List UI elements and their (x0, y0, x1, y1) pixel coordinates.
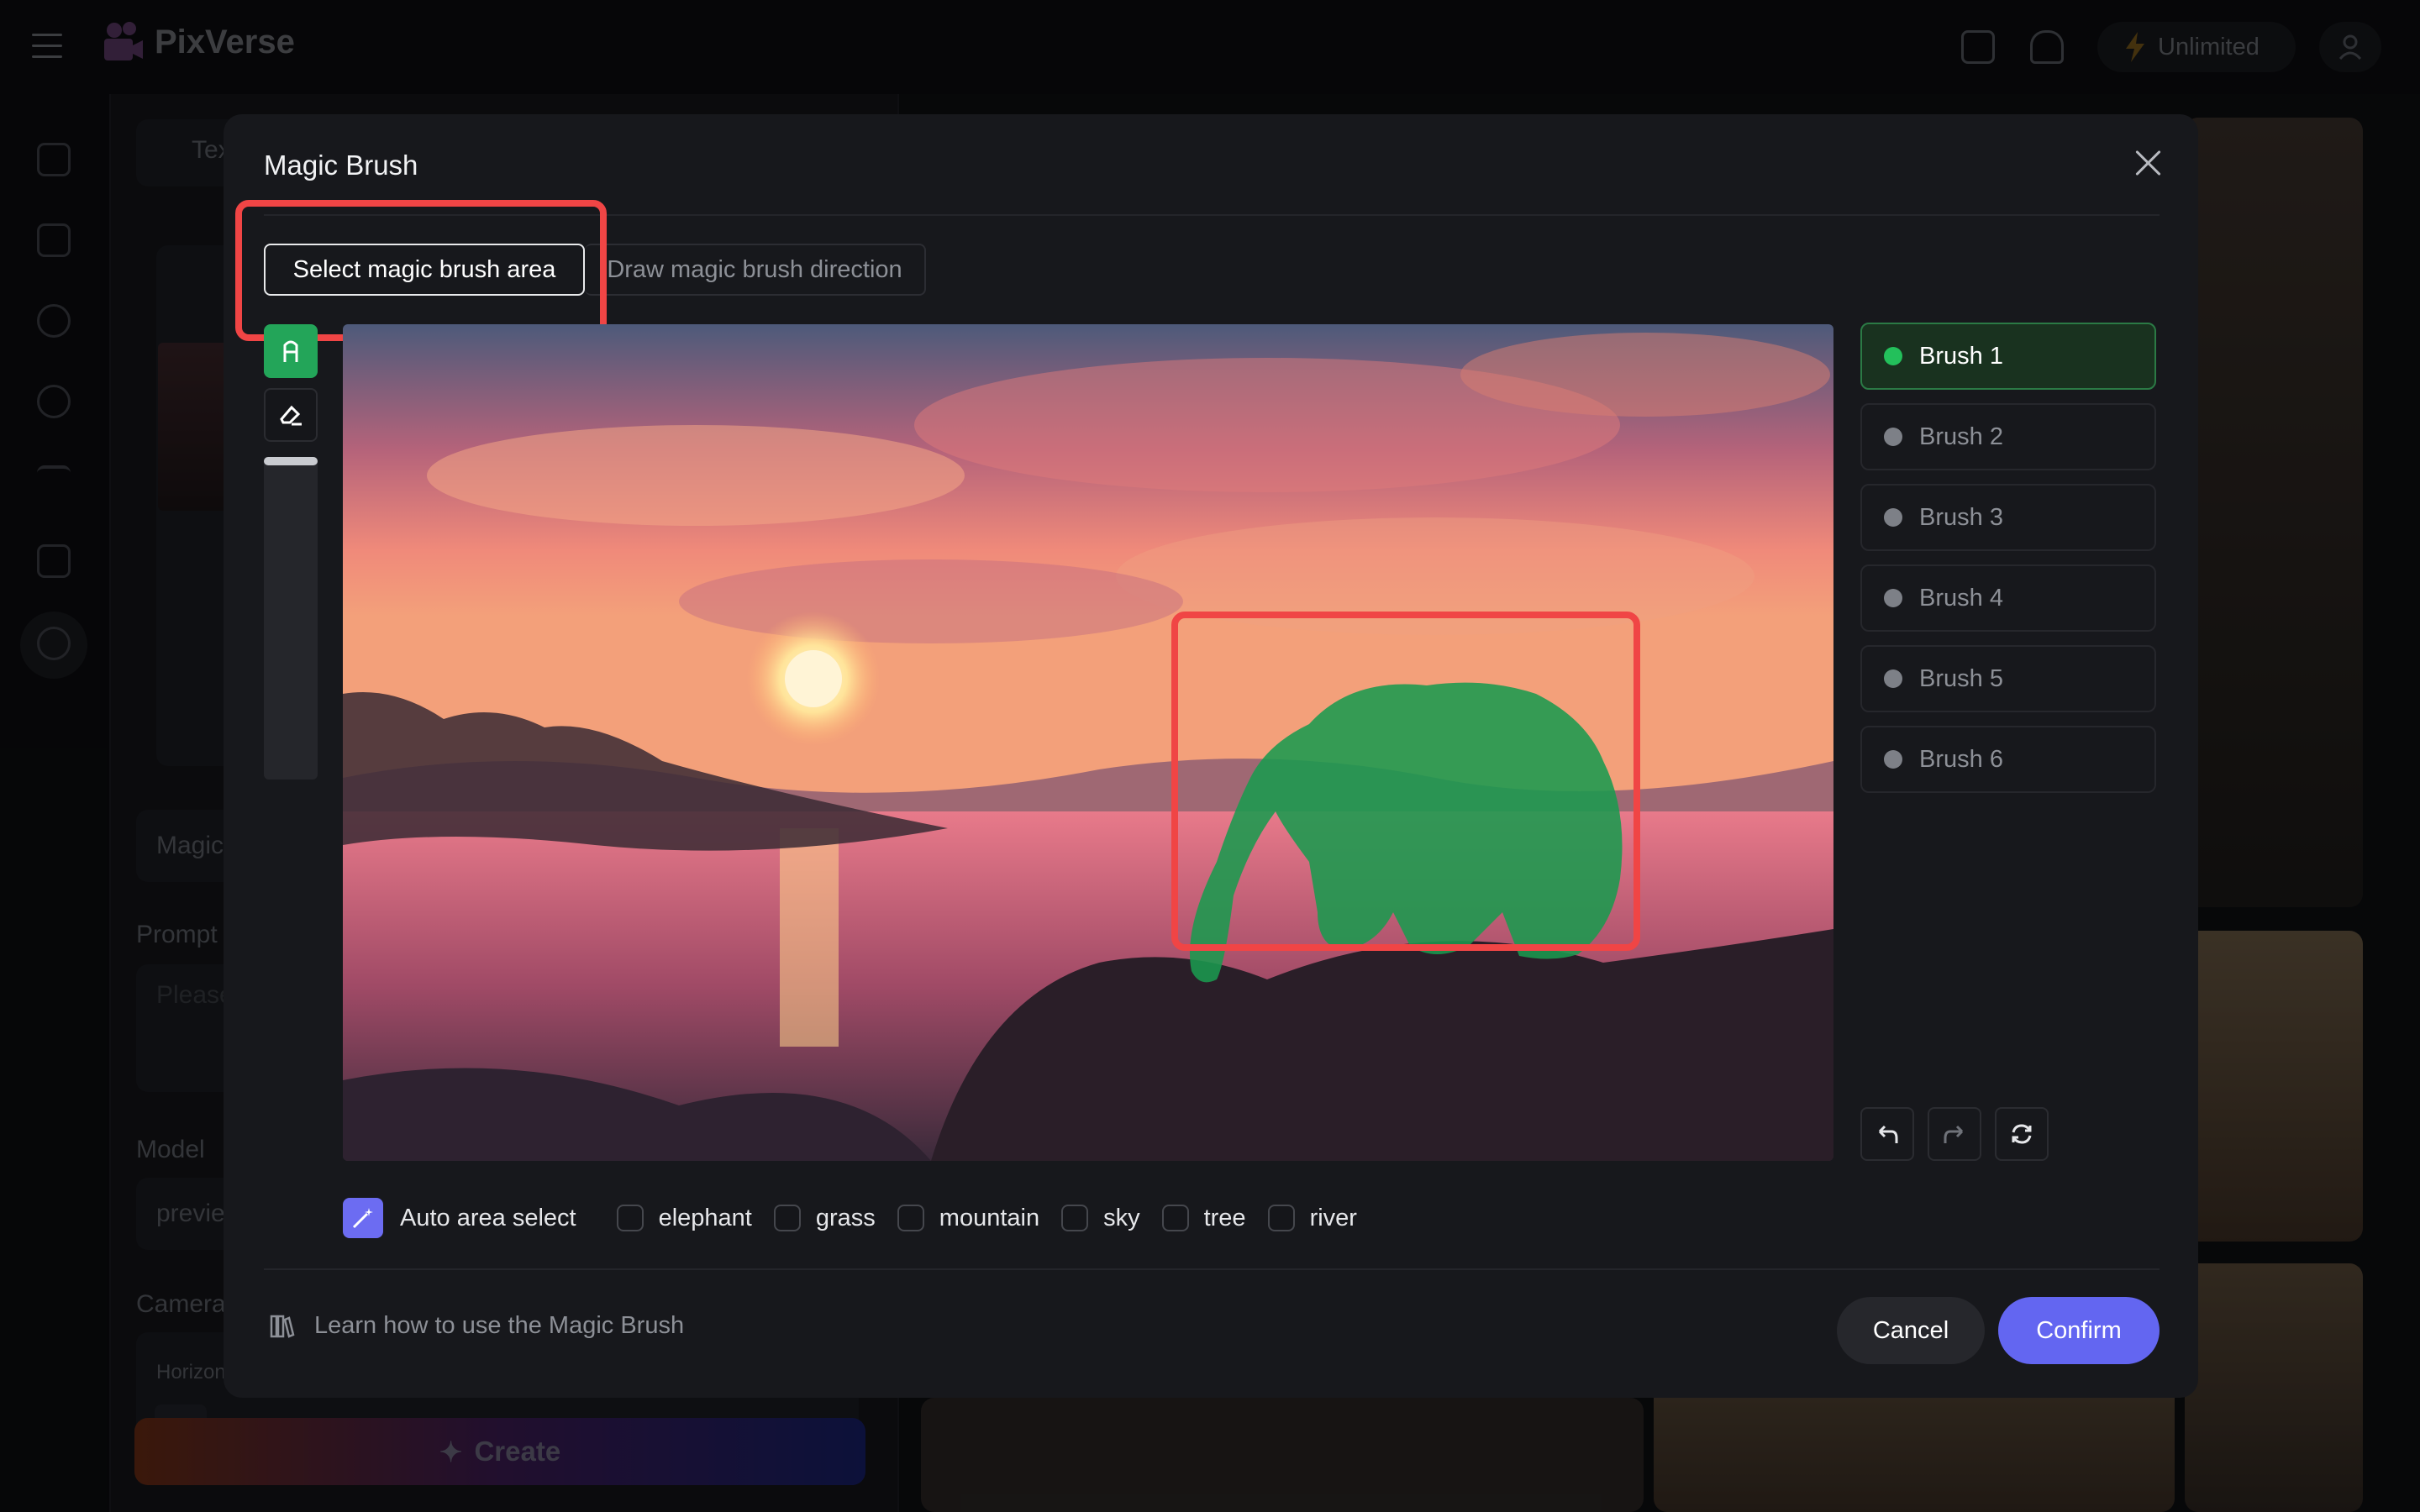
area-option-label: tree (1203, 1204, 1246, 1231)
area-option-grass[interactable]: grass (773, 1204, 876, 1232)
brush-color-dot (1884, 750, 1902, 769)
area-option-mountain[interactable]: mountain (897, 1205, 1039, 1232)
brush-item-5[interactable]: Brush 5 (1860, 645, 2156, 712)
brush-size-slider[interactable] (264, 457, 318, 780)
brush-label: Brush 4 (1919, 584, 2003, 612)
brush-item-6[interactable]: Brush 6 (1860, 726, 2156, 793)
checkbox[interactable] (616, 1205, 644, 1231)
brush-tool-button[interactable] (264, 324, 318, 378)
brush-item-3[interactable]: Brush 3 (1860, 484, 2156, 551)
library-icon (270, 1315, 295, 1338)
area-option-river[interactable]: river (1267, 1204, 1357, 1232)
brush-color-dot (1884, 669, 1902, 688)
brush-item-4[interactable]: Brush 4 (1860, 564, 2156, 632)
highlight-annotation (235, 200, 607, 341)
divider (264, 1268, 2160, 1270)
confirm-button[interactable]: Confirm (1998, 1297, 2160, 1364)
area-option-label: mountain (939, 1204, 1040, 1231)
redo-icon (1944, 1125, 1964, 1143)
checkbox[interactable] (1267, 1205, 1295, 1231)
checkbox[interactable] (897, 1205, 924, 1231)
checkbox[interactable] (773, 1205, 801, 1231)
reset-icon (2012, 1124, 2032, 1144)
brush-label: Brush 3 (1919, 503, 2003, 531)
cancel-button[interactable]: Cancel (1837, 1297, 1985, 1364)
area-option-elephant[interactable]: elephant (616, 1204, 752, 1232)
area-option-label: grass (815, 1204, 876, 1231)
eraser-icon (280, 405, 302, 426)
area-option-sky[interactable]: sky (1061, 1205, 1140, 1232)
learn-link[interactable]: Learn how to use the Magic Brush (269, 1312, 684, 1340)
learn-link-text: Learn how to use the Magic Brush (314, 1312, 685, 1339)
eraser-tool-button[interactable] (264, 388, 318, 442)
reset-button[interactable] (1995, 1107, 2049, 1161)
auto-select-label: Auto area select (400, 1204, 576, 1231)
brush-label: Brush 2 (1919, 423, 2003, 450)
brush-list: Brush 1 Brush 2 Brush 3 Brush 4 Brush 5 Brush… (1860, 323, 2156, 806)
magic-wand-icon[interactable] (343, 1198, 383, 1238)
undo-button[interactable] (1860, 1107, 1914, 1161)
area-select-row: Auto area select elephant grass mountain sk… (343, 1196, 1379, 1240)
brush-label: Brush 5 (1919, 664, 2003, 692)
highlight-annotation (1171, 612, 1640, 951)
brush-item-1[interactable]: Brush 1 (1860, 323, 2156, 390)
checkbox[interactable] (1161, 1205, 1189, 1231)
area-option-label: river (1309, 1204, 1357, 1231)
close-icon[interactable] (2133, 148, 2163, 178)
brush-icon (283, 340, 298, 362)
undo-icon (1878, 1125, 1898, 1143)
area-option-label: elephant (658, 1204, 752, 1231)
brush-item-2[interactable]: Brush 2 (1860, 403, 2156, 470)
brush-color-dot (1884, 428, 1902, 446)
redo-button[interactable] (1928, 1107, 1981, 1161)
area-option-label: sky (1103, 1204, 1140, 1231)
slider-handle[interactable] (264, 457, 318, 465)
brush-color-dot (1884, 589, 1902, 607)
tab-draw-direction[interactable]: Draw magic brush direction (585, 244, 926, 296)
dialog-title: Magic Brush (264, 150, 418, 181)
checkbox[interactable] (1061, 1205, 1089, 1231)
brush-color-dot (1884, 508, 1902, 527)
brush-label: Brush 6 (1919, 745, 2003, 773)
magic-brush-dialog: Magic Brush Select magic brush area Draw… (224, 114, 2198, 1398)
brush-label: Brush 1 (1919, 342, 2003, 370)
brush-color-dot (1884, 347, 1902, 365)
area-option-tree[interactable]: tree (1161, 1204, 1246, 1232)
